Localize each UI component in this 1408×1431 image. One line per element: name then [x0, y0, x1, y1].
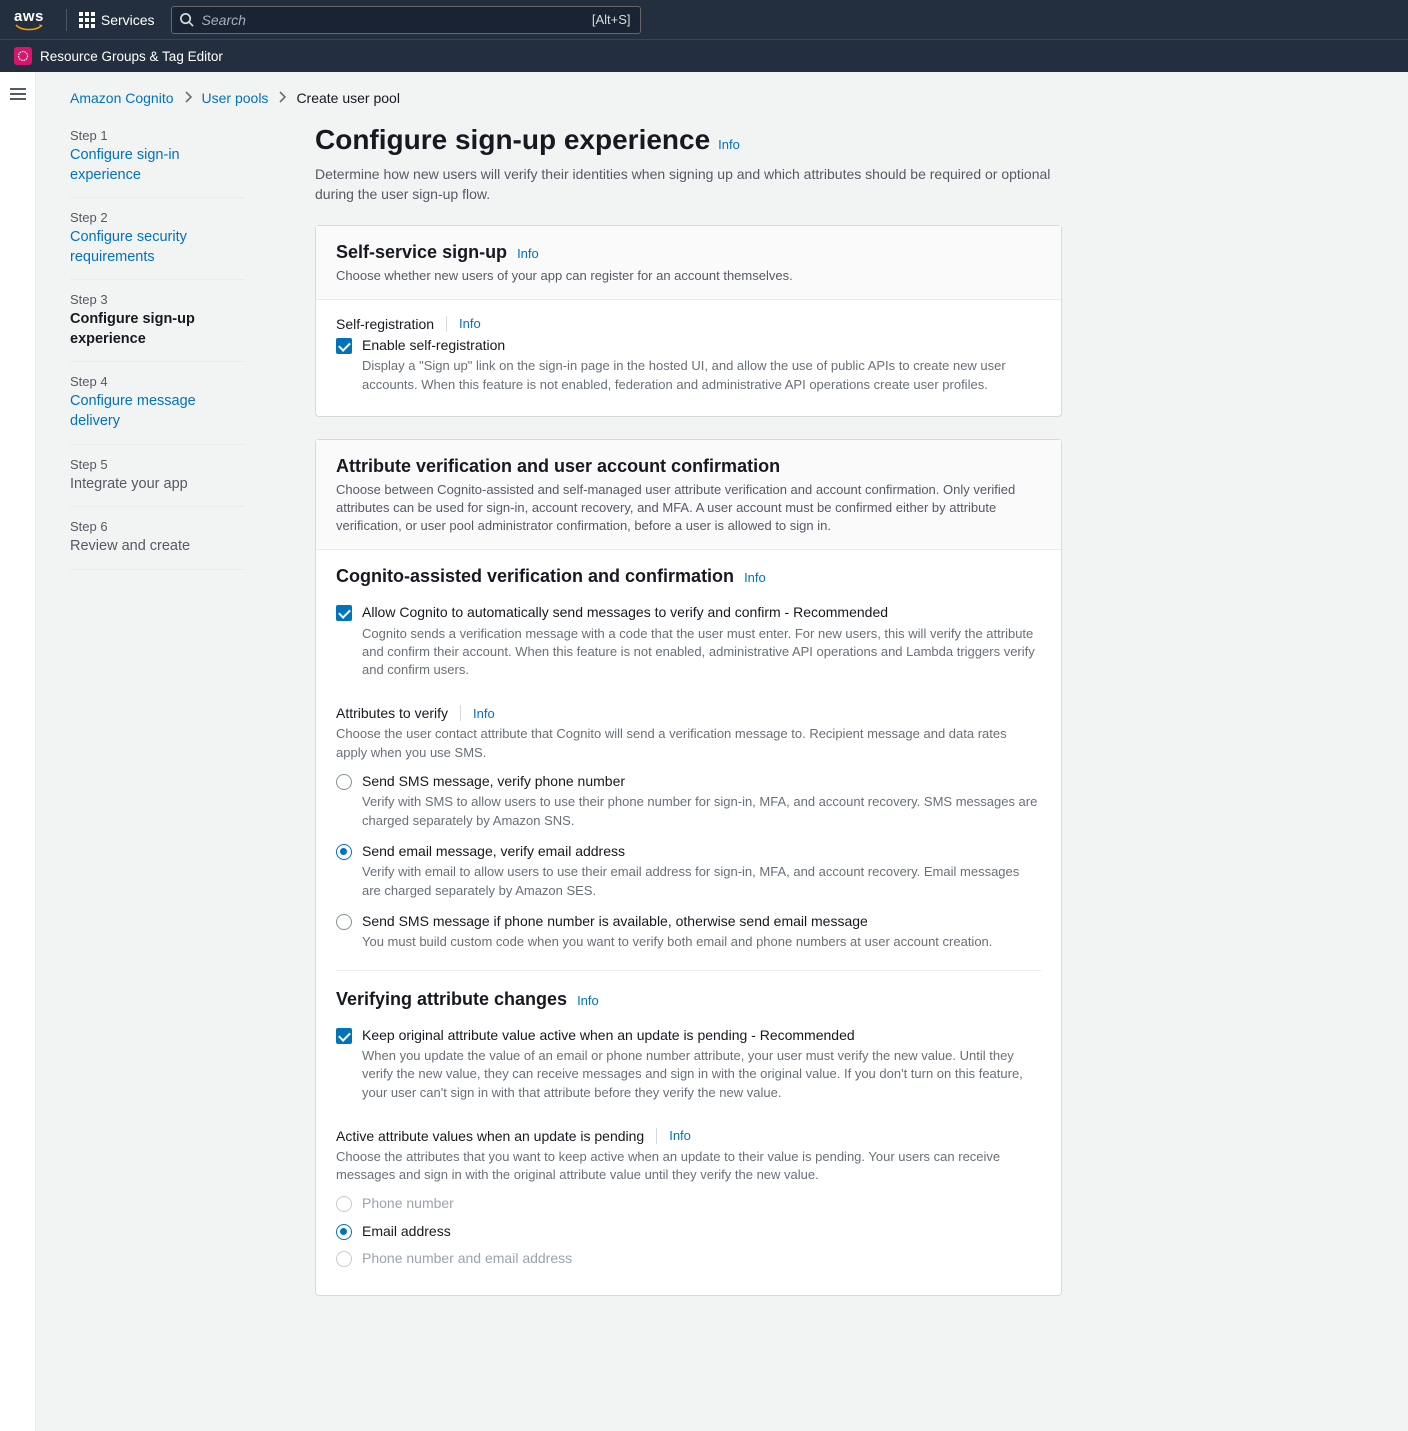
self-service-panel: Self-service sign-up Info Choose whether… — [315, 225, 1062, 417]
step-6: Step 6 Review and create — [70, 507, 245, 570]
step-1[interactable]: Step 1 Configure sign-in experience — [70, 128, 245, 198]
step-4[interactable]: Step 4 Configure message delivery — [70, 362, 245, 444]
crumb-cognito[interactable]: Amazon Cognito — [70, 90, 174, 106]
keep-original-checkbox[interactable] — [336, 1028, 352, 1044]
info-link[interactable]: Info — [577, 993, 599, 1008]
verify-sms-or-email-radio[interactable] — [336, 914, 352, 930]
enable-self-registration-label: Enable self-registration — [362, 336, 1041, 356]
info-link[interactable]: Info — [669, 1128, 691, 1143]
crumb-user-pools[interactable]: User pools — [202, 90, 269, 106]
search-wrap: [Alt+S] — [171, 6, 641, 34]
self-service-title: Self-service sign-up — [336, 242, 507, 263]
verify-email-radio[interactable] — [336, 844, 352, 860]
enable-self-registration-checkbox[interactable] — [336, 338, 352, 354]
search-input[interactable] — [171, 6, 641, 34]
attrs-verify-label: Attributes to verify — [336, 705, 448, 721]
info-link[interactable]: Info — [718, 137, 740, 152]
enable-self-registration-desc: Display a "Sign up" link on the sign-in … — [362, 357, 1041, 393]
aws-logo[interactable]: aws — [14, 9, 44, 30]
main-column: Configure sign-up experience Info Determ… — [315, 124, 1070, 1318]
sub-header-label[interactable]: Resource Groups & Tag Editor — [40, 49, 223, 64]
self-registration-label: Self-registration — [336, 316, 434, 332]
wizard-sidebar: Step 1 Configure sign-in experience Step… — [70, 124, 245, 1318]
divider — [66, 9, 67, 31]
attrs-verify-desc: Choose the user contact attribute that C… — [336, 725, 1041, 761]
hamburger-icon[interactable] — [0, 82, 35, 106]
active-phone-radio — [336, 1196, 352, 1212]
step-5: Step 5 Integrate your app — [70, 445, 245, 508]
nav-rail — [0, 72, 36, 1431]
aws-smile-icon — [15, 24, 43, 30]
page-title: Configure sign-up experience — [315, 124, 710, 156]
allow-cognito-checkbox[interactable] — [336, 605, 352, 621]
step-2[interactable]: Step 2 Configure security requirements — [70, 198, 245, 280]
verifying-changes-heading: Verifying attribute changes — [336, 989, 567, 1010]
info-link[interactable]: Info — [473, 706, 495, 721]
sub-header: Resource Groups & Tag Editor — [0, 40, 1408, 72]
search-shortcut: [Alt+S] — [592, 12, 631, 27]
active-both-radio — [336, 1251, 352, 1267]
keep-original-label: Keep original attribute value active whe… — [362, 1026, 1041, 1046]
services-button[interactable]: Services — [79, 12, 155, 28]
chevron-right-icon — [278, 90, 286, 106]
grid-icon — [79, 12, 95, 28]
self-service-desc: Choose whether new users of your app can… — [336, 267, 1041, 285]
step-3[interactable]: Step 3 Configure sign-up experience — [70, 280, 245, 362]
services-label: Services — [101, 12, 155, 28]
active-attr-desc: Choose the attributes that you want to k… — [336, 1148, 1041, 1184]
allow-cognito-label: Allow Cognito to automatically send mess… — [362, 603, 1041, 623]
attr-verification-panel: Attribute verification and user account … — [315, 439, 1062, 1296]
keep-original-desc: When you update the value of an email or… — [362, 1047, 1041, 1102]
crumb-current: Create user pool — [296, 90, 400, 106]
page-desc: Determine how new users will verify thei… — [315, 164, 1062, 205]
verify-phone-radio[interactable] — [336, 774, 352, 790]
active-email-radio[interactable] — [336, 1224, 352, 1240]
info-link[interactable]: Info — [744, 570, 766, 585]
top-header: aws Services [Alt+S] — [0, 0, 1408, 40]
chevron-right-icon — [184, 90, 192, 106]
search-icon — [179, 12, 194, 30]
allow-cognito-desc: Cognito sends a verification message wit… — [362, 625, 1041, 680]
active-attr-label: Active attribute values when an update i… — [336, 1128, 644, 1144]
info-link[interactable]: Info — [517, 246, 539, 261]
info-link[interactable]: Info — [459, 316, 481, 331]
breadcrumb: Amazon Cognito User pools Create user po… — [70, 90, 1070, 106]
attr-verif-desc: Choose between Cognito-assisted and self… — [336, 481, 1041, 536]
cognito-heading: Cognito-assisted verification and confir… — [336, 566, 734, 587]
resource-groups-icon — [14, 47, 32, 65]
attr-verif-title: Attribute verification and user account … — [336, 456, 780, 477]
